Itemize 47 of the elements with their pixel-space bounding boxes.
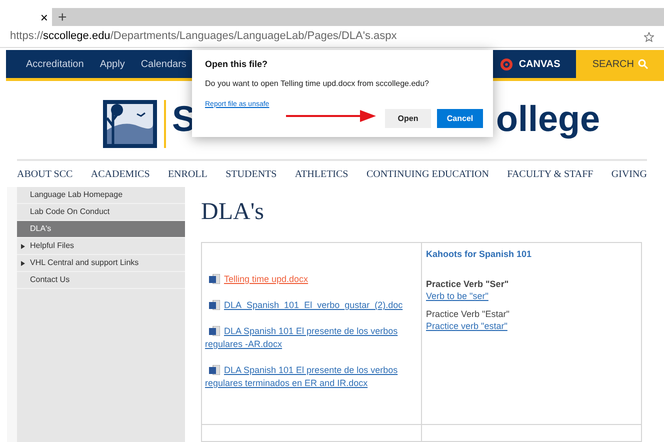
url-text: https://sccollege.edu/Departments/Languages/LanguageLab/Pages/DLA's.aspx: [10, 29, 397, 44]
page-title: DLA's: [201, 198, 265, 227]
sidebar-item[interactable]: Helpful Files: [17, 238, 185, 255]
college-name-text: ollege: [496, 101, 600, 137]
close-tab-icon[interactable]: ×: [40, 10, 48, 24]
file-link[interactable]: DLA Spanish 101 El presente de los verbos regulares terminados en ER and IR.docx: [205, 364, 417, 390]
word-document-icon: [209, 274, 220, 284]
dialog-message: Do you want to open Telling time upd.docx from sccollege.edu?: [205, 78, 430, 90]
nav-link[interactable]: CONTINUING EDUCATION: [366, 166, 489, 182]
search-icon: [638, 59, 648, 69]
canvas-link[interactable]: CANVAS: [518, 56, 560, 72]
sidebar-item[interactable]: VHL Central and support Links: [17, 255, 185, 272]
expand-arrow-icon[interactable]: [21, 260, 25, 266]
word-document-icon: [209, 365, 220, 375]
nav-link[interactable]: STUDENTS: [226, 166, 277, 182]
address-bar[interactable]: https://sccollege.edu/Departments/Languages/LanguageLab/Pages/DLA's.aspx: [0, 26, 664, 48]
browser-tab[interactable]: ×: [0, 8, 52, 26]
dialog-title: Open this file?: [205, 58, 269, 71]
sidebar-item[interactable]: DLA's: [17, 221, 185, 238]
word-document-icon: [209, 300, 220, 310]
sidebar-item[interactable]: Contact Us: [17, 272, 185, 289]
nav-link[interactable]: ACADEMICS: [90, 166, 150, 182]
canvas-logo-icon: [500, 58, 513, 70]
section-heading: Kahoots for Spanish 101: [426, 248, 533, 261]
file-link[interactable]: DLA Spanish 101 El presente de los verbos regulares -AR.docx: [205, 325, 417, 351]
nav-link[interactable]: GIVING: [611, 166, 647, 182]
practice-label: Practice Verb "Ser": [426, 278, 510, 290]
nav-link[interactable]: Accreditation: [26, 56, 84, 72]
word-document-icon: [209, 326, 220, 336]
kahoot-link[interactable]: Verb to be "ser": [426, 290, 488, 300]
new-tab-button[interactable]: +: [58, 10, 67, 24]
college-logo-drawing: [103, 100, 157, 148]
file-link[interactable]: DLA_Spanish_101_El_verbo_gustar_(2).doc: [205, 299, 417, 312]
dialog-button[interactable]: Open: [385, 109, 431, 128]
star-icon[interactable]: [644, 32, 654, 42]
nav-link[interactable]: Apply: [100, 56, 125, 72]
search-button[interactable]: SEARCH: [576, 50, 664, 78]
expand-arrow-icon[interactable]: [21, 244, 25, 248]
nav-link[interactable]: FACULTY & STAFF: [507, 166, 594, 182]
practice-label: Practice Verb "Estar": [426, 308, 510, 320]
sidebar-item[interactable]: Language Lab Homepage: [17, 187, 185, 204]
dialog-button[interactable]: Cancel: [437, 109, 483, 128]
nav-link[interactable]: ENROLL: [168, 166, 208, 182]
nav-link[interactable]: ABOUT SCC: [17, 166, 73, 182]
nav-link[interactable]: Calendars: [140, 56, 186, 72]
nav-link[interactable]: ATHLETICS: [294, 166, 348, 182]
kahoot-link[interactable]: Practice verb "estar": [426, 320, 508, 330]
